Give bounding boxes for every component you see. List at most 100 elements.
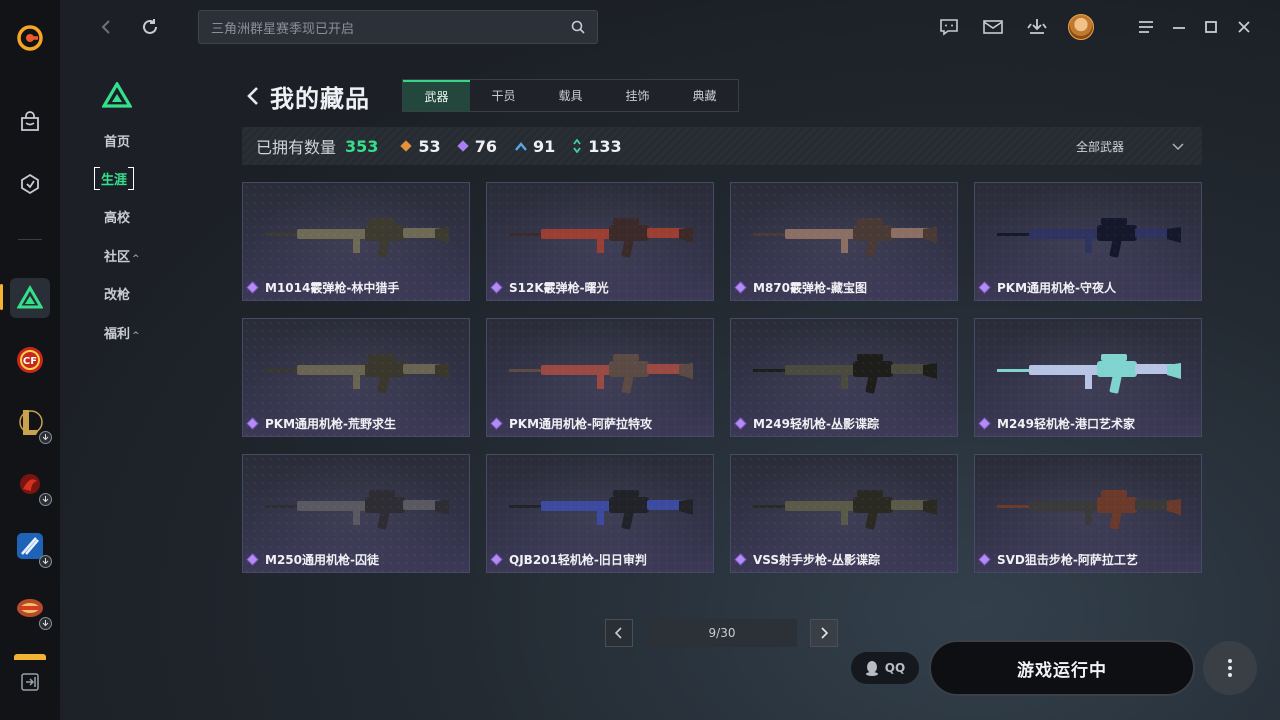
weapon-skin-label: VSS射手步枪-丛影谍踪 [753, 553, 881, 567]
rarity-gem-icon [247, 282, 258, 293]
subnav-item-rewards[interactable]: 福利 ^ [104, 323, 140, 342]
rarity-gem-icon [491, 282, 502, 293]
weapon-skin-name: M250通用机枪-囚徒 [247, 551, 379, 568]
tab-charms[interactable]: 挂饰 [604, 80, 671, 111]
tab-operators[interactable]: 干员 [470, 80, 537, 111]
weapon-image [997, 218, 1181, 258]
svg-text:CF: CF [23, 356, 37, 367]
subnav-item-gunsmith[interactable]: 改枪 [104, 284, 130, 303]
rarity-gem-icon [247, 554, 258, 565]
subnav-item-label: 首页 [104, 135, 131, 150]
close-icon[interactable] [1231, 14, 1257, 40]
subnav-item-label: 福利 [104, 327, 131, 342]
subnav-item-label: 高校 [104, 211, 131, 226]
chat-icon[interactable] [936, 14, 962, 40]
subnav-item-school[interactable]: 高校 [104, 207, 130, 226]
naraka-icon[interactable] [10, 464, 52, 506]
league-of-legends-icon[interactable] [10, 402, 52, 444]
weapon-skin-label: PKM通用机枪-荒野求生 [265, 417, 397, 431]
subnav-item-label: 社区 [104, 250, 131, 265]
prev-page-button[interactable] [605, 619, 633, 647]
qq-login-button[interactable]: QQ [851, 652, 919, 684]
store-icon[interactable] [10, 102, 50, 142]
weapon-skin-card[interactable]: M249轻机枪-丛影谍踪 [730, 318, 958, 437]
weapon-skin-card[interactable]: VSS射手步枪-丛影谍踪 [730, 454, 958, 573]
rail-divider [18, 239, 42, 240]
weapon-skin-card[interactable]: S12K霰弹枪-曙光 [486, 182, 714, 301]
tab-collection[interactable]: 典藏 [671, 80, 738, 111]
weapon-skin-card[interactable]: PKM通用机枪-荒野求生 [242, 318, 470, 437]
rarity-arrows-icon [573, 139, 581, 153]
rarity-count-value: 76 [474, 136, 497, 156]
user-avatar[interactable] [1068, 14, 1094, 40]
rarity-gem-icon [247, 418, 258, 429]
weapon-skin-label: SVD狙击步枪-阿萨拉工艺 [997, 553, 1138, 567]
chevron-down-icon [1172, 142, 1184, 150]
game-library-icon[interactable] [10, 164, 50, 204]
weapon-skin-label: S12K霰弹枪-曙光 [509, 281, 609, 295]
tab-weapons[interactable]: 武器 [403, 80, 470, 111]
delta-force-icon[interactable] [10, 278, 50, 318]
back-arrow-icon[interactable] [93, 14, 119, 40]
weapon-image [509, 354, 693, 394]
chevron-right-icon [821, 627, 828, 639]
weapon-skin-card[interactable]: M250通用机枪-囚徒 [242, 454, 470, 573]
weapon-skin-card[interactable]: M249轻机枪-港口艺术家 [974, 318, 1202, 437]
menu-icon[interactable] [1133, 14, 1159, 40]
crossfire-icon[interactable]: CF [10, 340, 50, 380]
minimize-icon[interactable] [1166, 14, 1192, 40]
rarity-gem-icon [735, 554, 746, 565]
subnav-item-label: 改枪 [104, 288, 131, 303]
mail-icon[interactable] [980, 14, 1006, 40]
weapon-skin-card[interactable]: SVD狙击步枪-阿萨拉工艺 [974, 454, 1202, 573]
search-icon[interactable] [571, 20, 585, 34]
ownership-stats-bar: 已拥有数量 353 53 76 91 133 全部武器 [242, 127, 1202, 165]
download-badge-icon [39, 493, 52, 506]
rarity-gem-icon [491, 554, 502, 565]
weapon-skin-label: PKM通用机枪-守夜人 [997, 281, 1117, 295]
weapon-skin-name: M249轻机枪-港口艺术家 [979, 415, 1135, 432]
rarity-count-green: 133 [573, 137, 622, 156]
weapon-skin-card[interactable]: PKM通用机枪-守夜人 [974, 182, 1202, 301]
weapon-image [997, 490, 1181, 530]
collapse-sidebar-icon[interactable] [10, 662, 50, 702]
more-options-button[interactable] [1203, 641, 1257, 695]
weapon-skin-card[interactable]: QJB201轻机枪-旧日审判 [486, 454, 714, 573]
weapon-skin-name: PKM通用机枪-守夜人 [979, 279, 1117, 296]
weapon-skin-card[interactable]: PKM通用机枪-阿萨拉特攻 [486, 318, 714, 437]
category-tabs: 武器 干员 载具 挂饰 典藏 [402, 79, 739, 112]
weapon-filter-dropdown[interactable]: 全部武器 [1076, 138, 1184, 155]
rarity-gem-icon [735, 282, 746, 293]
weapon-filter-value: 全部武器 [1075, 140, 1124, 154]
weapon-skin-name: PKM通用机枪-荒野求生 [247, 415, 397, 432]
weapon-image [753, 354, 937, 394]
weapon-image [509, 218, 693, 258]
app-logo-icon[interactable] [10, 18, 50, 58]
game-running-button[interactable]: 游戏运行中 [929, 640, 1195, 696]
subnav-item-home[interactable]: 首页 [104, 131, 130, 150]
more-games-peek [14, 654, 46, 660]
rarity-count-value: 91 [532, 136, 556, 156]
weapon-skin-label: M250通用机枪-囚徒 [265, 553, 379, 567]
weapon-skin-card[interactable]: M870霰弹枪-藏宝图 [730, 182, 958, 301]
search-input[interactable]: 三角洲群星赛季现已开启 [198, 10, 598, 44]
owned-total: 353 [345, 136, 379, 156]
subnav-item-career[interactable]: 生涯 [94, 167, 135, 190]
search-placeholder: 三角洲群星赛季现已开启 [211, 21, 355, 37]
owned-label: 已拥有数量 [256, 138, 337, 157]
weapon-image [753, 218, 937, 258]
valorant-icon[interactable] [10, 526, 52, 568]
refresh-icon[interactable] [137, 14, 163, 40]
download-manager-icon[interactable] [1024, 14, 1050, 40]
maximize-icon[interactable] [1198, 14, 1224, 40]
dnf-icon[interactable] [10, 588, 52, 630]
page-back-icon[interactable] [245, 84, 263, 108]
subnav-item-community[interactable]: 社区 ^ [104, 246, 140, 265]
weapon-skin-name: M249轻机枪-丛影谍踪 [735, 415, 879, 432]
next-page-button[interactable] [810, 619, 838, 647]
weapon-skin-card[interactable]: M1014霰弹枪-林中猎手 [242, 182, 470, 301]
tab-vehicles[interactable]: 载具 [537, 80, 604, 111]
weapon-skin-label: M1014霰弹枪-林中猎手 [265, 281, 400, 295]
rarity-count-orange: 53 [400, 137, 441, 156]
rarity-gem-icon [979, 554, 990, 565]
